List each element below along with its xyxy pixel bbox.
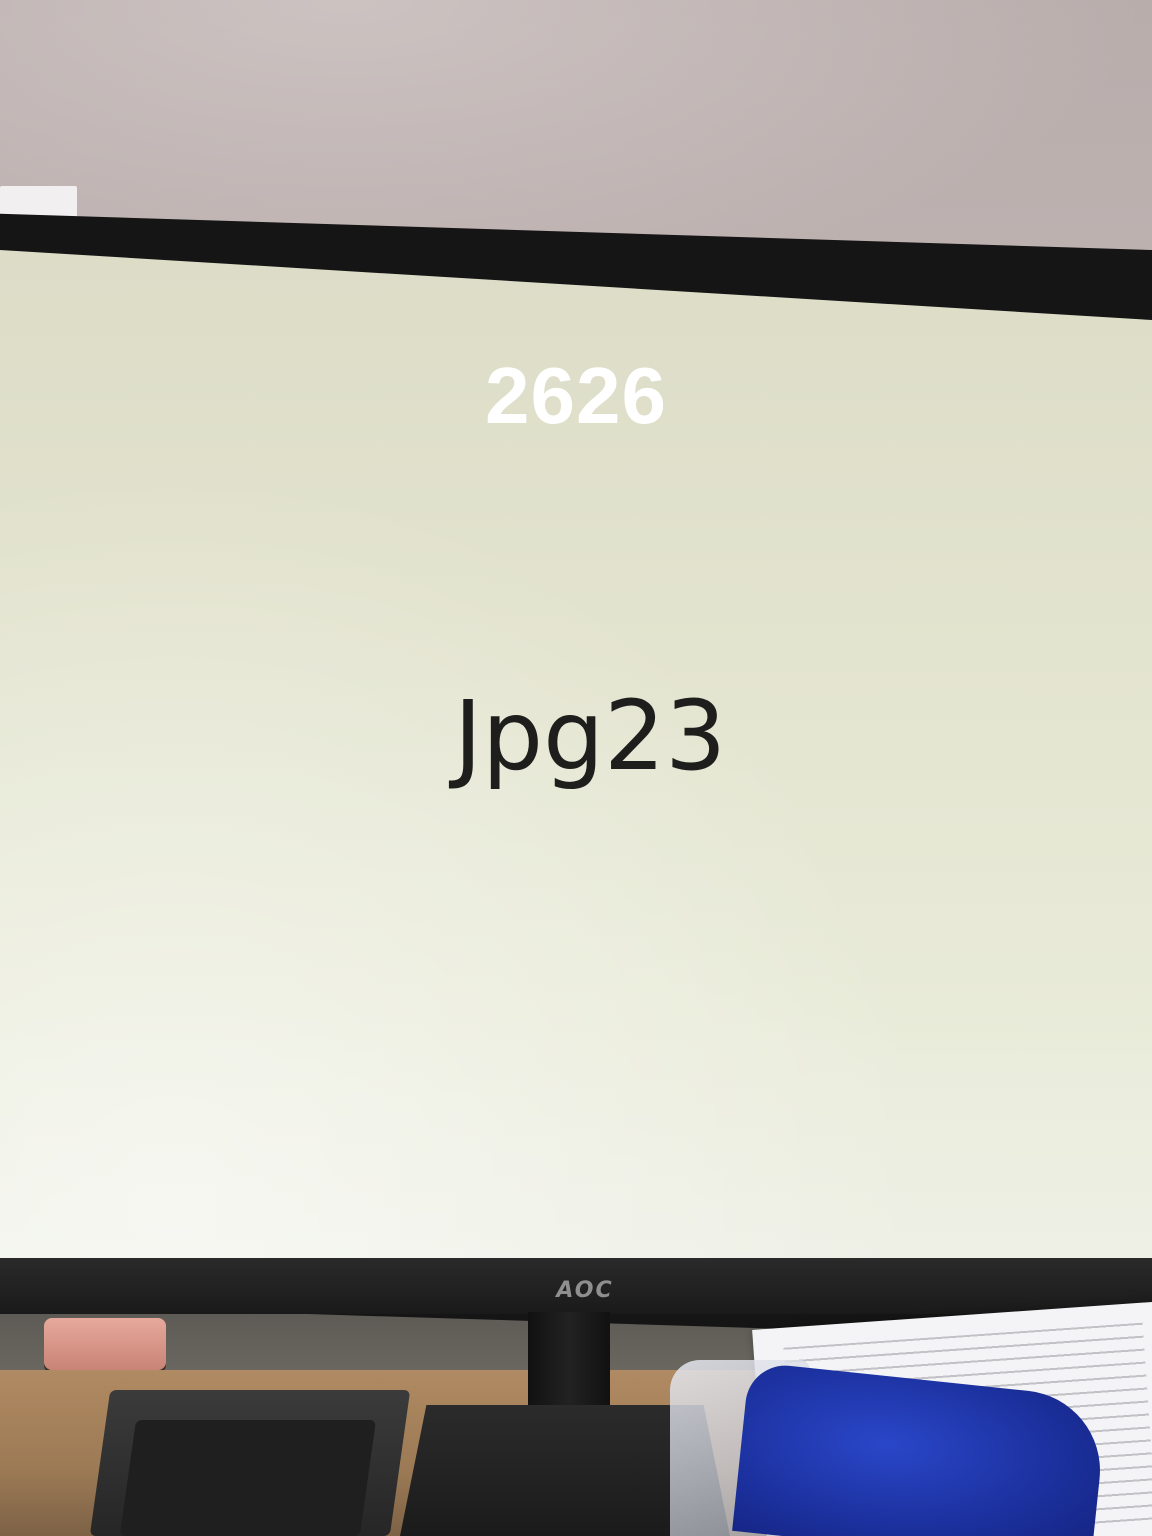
- monitor-brand-logo: AOC: [556, 1278, 614, 1303]
- photo-scene: AOC 2626 Jpg23: [0, 0, 1152, 1536]
- pink-object: [44, 1318, 166, 1370]
- overlay-number: 2626: [485, 351, 667, 440]
- dark-device-panel: [119, 1420, 377, 1536]
- dark-device: [89, 1390, 411, 1536]
- screen-text: Jpg23: [453, 680, 727, 792]
